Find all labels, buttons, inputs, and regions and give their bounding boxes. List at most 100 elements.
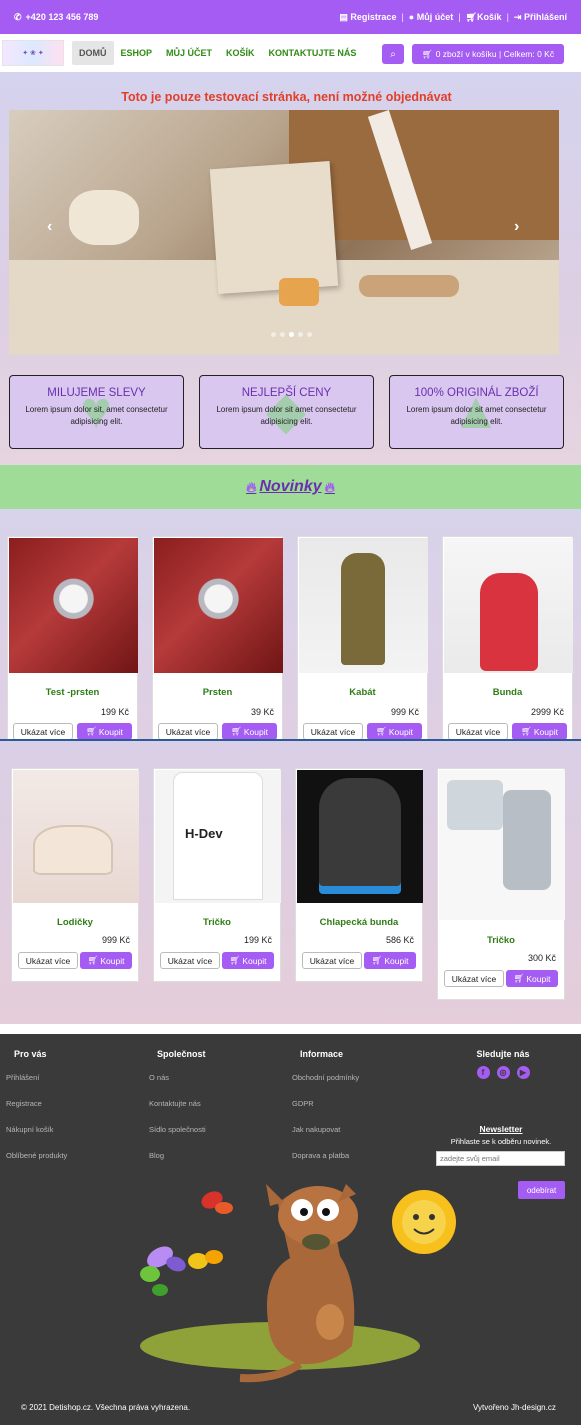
product-card[interactable]: Prsten 39 Kč Ukázat více 🛒︎ Koupit <box>152 536 283 741</box>
user-icon: ● <box>408 12 415 22</box>
product-name[interactable]: Tričko <box>438 935 564 946</box>
image-carousel[interactable]: ‹ › <box>9 110 559 355</box>
divider: | <box>506 12 509 22</box>
carousel-next-icon[interactable]: › <box>514 218 519 236</box>
product-name[interactable]: Test -prsten <box>8 687 137 698</box>
footer-link[interactable]: Nákupní košík <box>6 1125 67 1134</box>
instagram-icon[interactable]: ◎ <box>496 1066 510 1079</box>
carousel-prev-icon[interactable]: ‹ <box>47 218 52 236</box>
cart-icon: 🛒︎ <box>465 11 478 22</box>
product-card[interactable]: Tričko 300 Kč Ukázat více 🛒︎ Koupit <box>437 768 565 1000</box>
product-name[interactable]: Kabát <box>298 687 427 698</box>
cart-icon: 🛒︎ <box>231 726 242 736</box>
show-more-button[interactable]: Ukázat více <box>18 952 78 969</box>
top-links: ▤ Registrace | ● Můj účet | 🛒︎Košík | ⇥ … <box>339 12 567 23</box>
product-image[interactable] <box>299 538 428 673</box>
show-more-button[interactable]: Ukázat více <box>444 970 504 987</box>
phone-contact[interactable]: ✆ +420 123 456 789 <box>14 12 98 23</box>
search-button[interactable]: ⌕ <box>382 44 404 64</box>
flame-icon: 🔥︎ <box>324 478 335 495</box>
nav-item-kosik[interactable]: KOŠÍK <box>219 41 262 65</box>
shoe-shape <box>33 825 113 875</box>
show-more-button[interactable]: Ukázat více <box>160 952 220 969</box>
product-card[interactable]: Lodičky 999 Kč Ukázat více 🛒︎ Koupit <box>11 768 139 982</box>
site-logo[interactable]: ✦ ❀ ✦ <box>2 40 64 66</box>
product-image[interactable] <box>9 538 138 673</box>
link-muj-ucet[interactable]: ● Můj účet <box>409 12 453 22</box>
buy-button[interactable]: 🛒︎ Koupit <box>222 952 274 969</box>
copyright-text: © 2021 Detishop.cz. Všechna práva vyhraz… <box>21 1403 191 1412</box>
footer-link[interactable]: Registrace <box>6 1099 67 1108</box>
footer-link[interactable]: O nás <box>149 1073 206 1082</box>
feature-title: 100% ORIGINÁL ZBOŽÍ <box>414 387 539 399</box>
buy-button[interactable]: 🛒︎ Koupit <box>364 952 416 969</box>
cart-icon: 🛒︎ <box>229 955 241 965</box>
footer-link[interactable]: GDPR <box>292 1099 359 1108</box>
cart-summary-button[interactable]: 🛒︎ 0 zboží v košíku | Celkem: 0 Kč <box>412 44 564 64</box>
buy-button[interactable]: 🛒︎ Koupit <box>222 723 277 740</box>
footer-link[interactable]: Jak nakupovat <box>292 1125 359 1134</box>
cart-summary-text: 0 zboží v košíku | Celkem: 0 Kč <box>435 49 555 59</box>
carousel-dot[interactable] <box>307 332 312 337</box>
product-name[interactable]: Chlapecká bunda <box>296 917 422 928</box>
newsletter-email-input[interactable] <box>436 1151 565 1166</box>
phone-number: +420 123 456 789 <box>25 12 99 22</box>
product-card[interactable]: Chlapecká bunda 586 Kč Ukázat více 🛒︎ Kou… <box>295 768 423 982</box>
product-image[interactable] <box>444 538 573 673</box>
footer-link[interactable]: Přihlášení <box>6 1073 67 1082</box>
product-image[interactable] <box>13 770 139 903</box>
footer-link[interactable]: Oblíbené produkty <box>6 1151 67 1160</box>
footer-col-title: Pro vás <box>14 1049 47 1059</box>
buy-button[interactable]: 🛒︎ Koupit <box>512 723 567 740</box>
product-card[interactable]: Bunda 2999 Kč Ukázat více 🛒︎ Koupit <box>442 536 573 741</box>
show-more-button[interactable]: Ukázat více <box>448 723 508 740</box>
products-row-1: Test -prsten 199 Kč Ukázat více 🛒︎ Koupit… <box>0 509 581 741</box>
carousel-dot-active[interactable] <box>289 332 294 337</box>
product-name[interactable]: Bunda <box>443 687 572 698</box>
footer-link[interactable]: Kontaktujte nás <box>149 1099 206 1108</box>
phone-icon: ✆ <box>14 11 22 22</box>
youtube-icon[interactable]: ▶ <box>516 1066 530 1079</box>
facebook-icon[interactable]: f <box>476 1066 490 1079</box>
footer-link[interactable]: Sídlo společnosti <box>149 1125 206 1134</box>
newsletter-block: Newsletter Přihlaste se k odběru novinek… <box>436 1124 566 1199</box>
product-image[interactable] <box>439 770 565 920</box>
link-kosik[interactable]: 🛒︎Košík <box>466 12 502 23</box>
footer-col-pro-vas: Pro vás Přihlášení Registrace Nákupní ko… <box>6 1049 67 1160</box>
footer-col-title: Společnost <box>157 1049 206 1059</box>
product-image[interactable] <box>154 538 283 673</box>
carousel-dot[interactable] <box>298 332 303 337</box>
show-more-button[interactable]: Ukázat více <box>302 952 362 969</box>
show-more-button[interactable]: Ukázat více <box>158 723 218 740</box>
buy-button[interactable]: 🛒︎ Koupit <box>80 952 132 969</box>
buy-button[interactable]: 🛒︎ Koupit <box>77 723 132 740</box>
product-card[interactable]: H-Dev Tričko 199 Kč Ukázat více 🛒︎ Koupit <box>153 768 281 982</box>
buy-button[interactable]: 🛒︎ Koupit <box>367 723 422 740</box>
kangaroo-illustration <box>140 1184 420 1383</box>
nav-item-eshop[interactable]: ESHOP <box>114 41 160 65</box>
carousel-dot[interactable] <box>271 332 276 337</box>
slide-giraffe-shape <box>279 278 319 306</box>
nav-item-domu[interactable]: DOMŮ <box>72 41 114 65</box>
credit-link[interactable]: Vytvořeno Jh-design.cz <box>473 1403 556 1412</box>
product-card[interactable]: Test -prsten 199 Kč Ukázat více 🛒︎ Koupit <box>7 536 138 741</box>
product-name[interactable]: Lodičky <box>12 917 138 928</box>
top-bar: ✆ +420 123 456 789 ▤ Registrace | ● Můj … <box>0 0 581 34</box>
show-more-button[interactable]: Ukázat více <box>303 723 363 740</box>
link-registrace[interactable]: ▤ Registrace <box>339 12 396 23</box>
product-image[interactable] <box>297 770 423 903</box>
product-card[interactable]: Kabát 999 Kč Ukázat více 🛒︎ Koupit <box>297 536 428 741</box>
nav-item-kontakt[interactable]: KONTAKTUJTE NÁS <box>262 41 364 65</box>
product-image[interactable]: H-Dev <box>155 770 281 903</box>
footer-link[interactable]: Blog <box>149 1151 206 1160</box>
carousel-dot[interactable] <box>280 332 285 337</box>
footer-link[interactable]: Obchodní podmínky <box>292 1073 359 1082</box>
product-name[interactable]: Prsten <box>153 687 282 698</box>
newsletter-subscribe-button[interactable]: odebírat <box>518 1181 565 1199</box>
show-more-button[interactable]: Ukázat více <box>13 723 73 740</box>
nav-item-muj-ucet[interactable]: MŮJ ÚČET <box>159 41 219 65</box>
footer-link[interactable]: Doprava a platba <box>292 1151 359 1160</box>
product-name[interactable]: Tričko <box>154 917 280 928</box>
buy-button[interactable]: 🛒︎ Koupit <box>506 970 558 987</box>
link-prihlaseni[interactable]: ⇥ Přihlášení <box>514 12 567 23</box>
